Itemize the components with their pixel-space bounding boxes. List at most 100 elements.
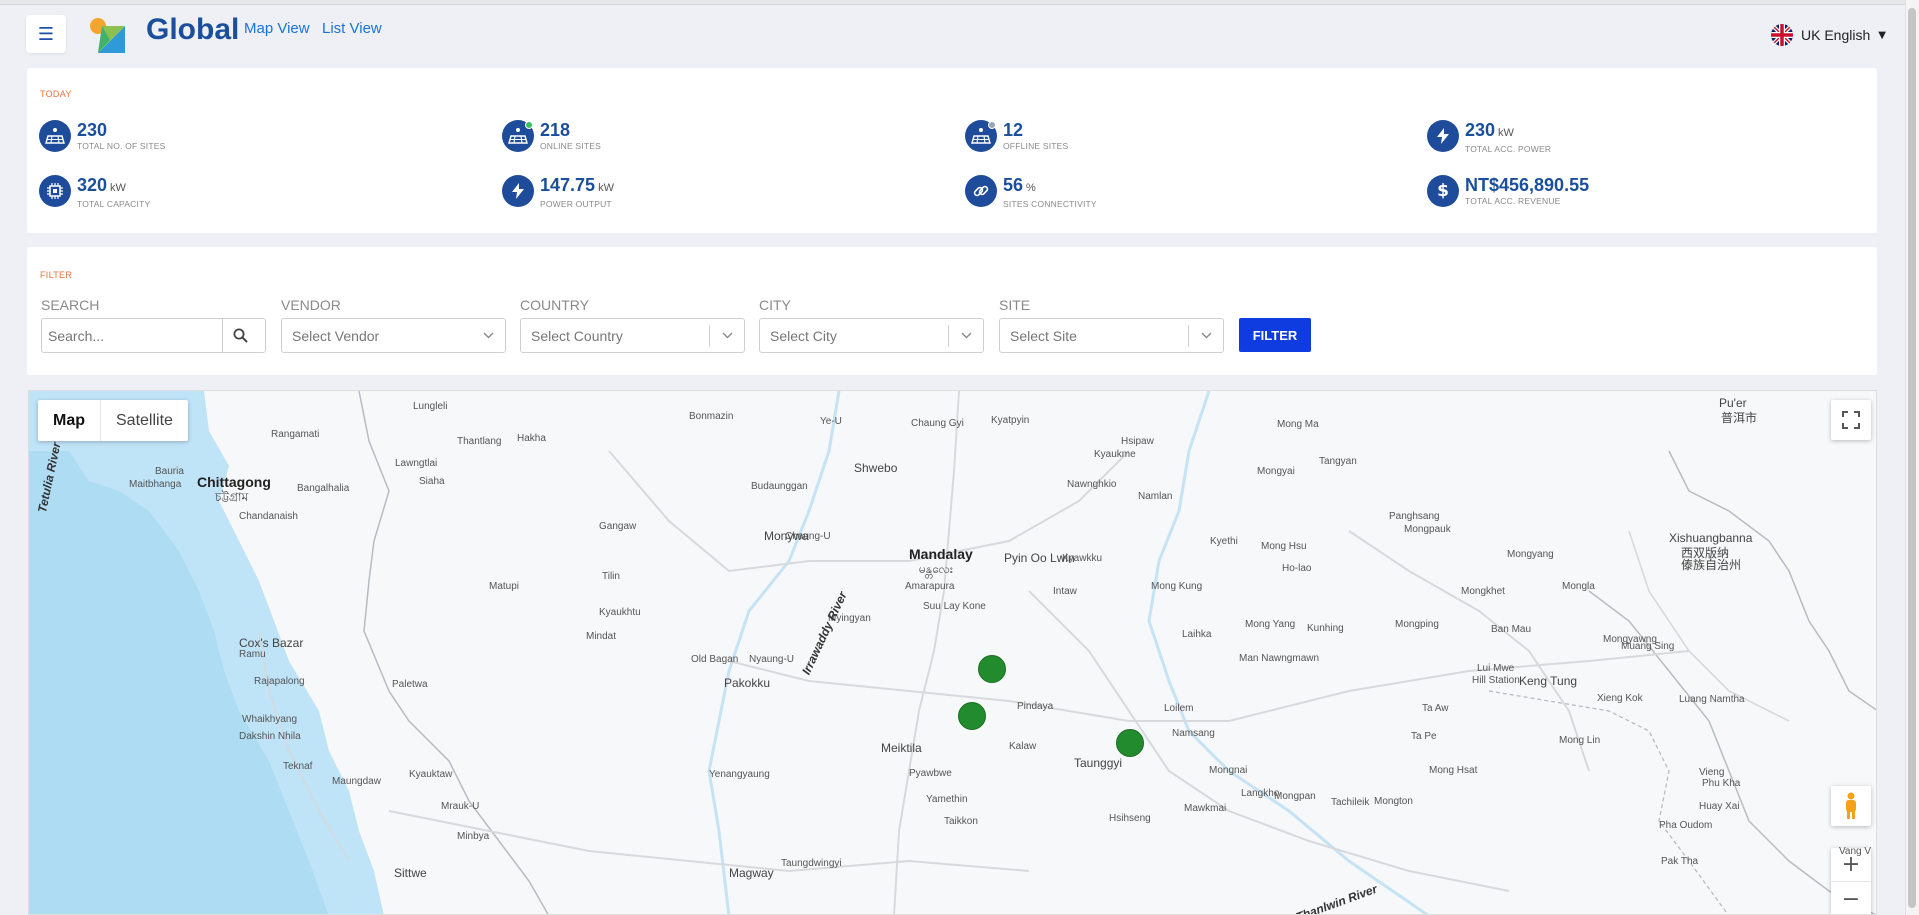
map-place-label: Chandanaish xyxy=(239,511,298,522)
map-place-label: Vang V xyxy=(1839,846,1872,857)
stat-label: POWER OUTPUT xyxy=(540,199,612,209)
page-scrollbar[interactable] xyxy=(1905,0,1919,915)
map-place-label: Shwebo xyxy=(854,461,898,475)
language-selector[interactable]: UK English ▼ xyxy=(1771,24,1886,46)
site-select-value: Select Site xyxy=(1010,327,1077,344)
map-place-label: Pak Tha xyxy=(1661,856,1699,867)
scrollbar-thumb[interactable] xyxy=(1908,8,1916,908)
stat-value: 12 xyxy=(1003,120,1024,140)
zoom-control: + − xyxy=(1831,848,1871,914)
map-place-label: Xishuangbanna xyxy=(1669,531,1753,545)
sites-map[interactable]: Map Satellite + − Chittagong চট্টগ্রাম Man… xyxy=(28,390,1877,915)
map-place-label: Mong Yang xyxy=(1245,619,1296,630)
street-view-pegman-button[interactable] xyxy=(1831,786,1871,826)
map-place-label: Mong Kung xyxy=(1151,581,1203,592)
map-place-label: Yamethin xyxy=(926,794,968,805)
country-label: COUNTRY xyxy=(520,297,589,313)
today-stats-card: TODAY 230 TOTAL NO. OF SITES 218 ONLINE … xyxy=(27,68,1877,233)
map-place-label: Mongkhet xyxy=(1461,586,1505,597)
map-place-label: Taikkon xyxy=(944,816,978,827)
map-place-label: Suu Lay Kone xyxy=(923,601,986,612)
map-place-label: Mongla xyxy=(1562,581,1595,592)
hamburger-menu-button[interactable]: ☰ xyxy=(26,15,66,53)
stat-unit: kW xyxy=(110,182,126,194)
map-place-label: Ho-lao xyxy=(1282,563,1312,574)
stat-power-output: 147.75 kW POWER OUTPUT xyxy=(502,175,614,210)
map-place-label: Mrauk-U xyxy=(441,801,480,812)
map-place-label: Laihka xyxy=(1182,629,1212,640)
stat-online-sites: 218 ONLINE SITES xyxy=(502,120,601,152)
map-place-label: Mong Ma xyxy=(1277,419,1319,430)
map-place-label: Pakokku xyxy=(724,676,771,690)
vendor-label: VENDOR xyxy=(281,297,341,313)
nav-map-view[interactable]: Map View xyxy=(244,20,310,37)
site-select[interactable]: Select Site xyxy=(999,318,1224,353)
map-place-label: Pu'er xyxy=(1719,396,1747,410)
map-place-label: Ye-U xyxy=(820,416,842,427)
stat-total-capacity: 320 kW TOTAL CAPACITY xyxy=(39,175,150,210)
map-place-label: 普洱市 xyxy=(1721,411,1758,425)
map-place-label: Ban Mau xyxy=(1491,624,1532,635)
map-place-label: Mong Hsu xyxy=(1261,541,1307,552)
language-label: UK English xyxy=(1801,27,1871,43)
map-place-label: Kyethi xyxy=(1210,536,1238,547)
vendor-select[interactable]: Select Vendor xyxy=(281,318,506,353)
search-input[interactable] xyxy=(42,327,222,344)
stat-label: ONLINE SITES xyxy=(540,141,601,151)
map-place-label: Hill Station xyxy=(1472,675,1520,686)
map-background xyxy=(29,391,1876,914)
map-place-label: Panghsang xyxy=(1389,511,1440,522)
stat-offline-sites: 12 OFFLINE SITES xyxy=(965,120,1068,152)
map-place-label: Mongton xyxy=(1374,796,1413,807)
stat-value: 147.75 xyxy=(540,175,596,195)
map-place-label: Amarapura xyxy=(905,581,955,592)
map-type-satellite[interactable]: Satellite xyxy=(101,400,188,441)
nav-list-view[interactable]: List View xyxy=(322,20,382,37)
map-type-map[interactable]: Map xyxy=(38,400,101,441)
map-place-label: Tilin xyxy=(602,571,620,582)
brand-title: Global xyxy=(146,13,240,46)
map-place-label: Kyauktaw xyxy=(409,769,453,780)
map-place-label: Whaikhyang xyxy=(242,714,298,725)
stat-value: 230 xyxy=(1465,120,1496,140)
site-marker[interactable] xyxy=(978,655,1006,683)
fullscreen-button[interactable] xyxy=(1831,400,1871,440)
map-place-label: Namsang xyxy=(1172,728,1215,739)
link-icon xyxy=(965,175,997,207)
search-button[interactable] xyxy=(222,319,257,352)
chip-icon xyxy=(39,175,71,207)
map-place-label: Mongpauk xyxy=(1404,524,1451,535)
map-place-label: Hakha xyxy=(517,433,546,444)
site-marker[interactable] xyxy=(1116,729,1144,757)
site-marker[interactable] xyxy=(958,702,986,730)
solar-panel-icon xyxy=(39,120,71,152)
stat-label: TOTAL ACC. POWER xyxy=(1465,144,1552,154)
today-title: TODAY xyxy=(40,89,72,99)
map-place-label: Mong Hsat xyxy=(1429,765,1478,776)
map-place-label: Kyaukhtu xyxy=(599,607,641,618)
minus-icon: − xyxy=(1841,886,1861,912)
country-select[interactable]: Select Country xyxy=(520,318,745,353)
map-place-label: Mongyai xyxy=(1257,466,1295,477)
map-place-label: Maungdaw xyxy=(332,776,381,787)
map-place-label: Lungleli xyxy=(413,401,448,412)
map-place-label: 傣族自治州 xyxy=(1681,558,1742,572)
stat-unit: % xyxy=(1026,182,1036,194)
city-select[interactable]: Select City xyxy=(759,318,984,353)
map-place-label: Namlan xyxy=(1138,491,1173,502)
map-place-label: Paletwa xyxy=(392,679,428,690)
map-place-label: Maitbhanga xyxy=(129,479,182,490)
map-place-label: Taunggyi xyxy=(1074,756,1123,770)
stat-total-sites: 230 TOTAL NO. OF SITES xyxy=(39,120,165,152)
filter-button[interactable]: FILTER xyxy=(1239,318,1311,352)
map-place-label: Kalaw xyxy=(1009,741,1037,752)
stat-total-acc-revenue: $ NT$456,890.55 TOTAL ACC. REVENUE xyxy=(1427,175,1589,207)
stat-value: 218 xyxy=(540,120,571,140)
map-place-label: Rajapalong xyxy=(254,676,305,687)
map-place-label: Chaung-U xyxy=(785,531,831,542)
chevron-down-icon xyxy=(949,332,983,339)
map-place-label: Tachileik xyxy=(1331,797,1370,808)
map-place-label: Teknaf xyxy=(283,761,313,772)
map-place-label: Ta Pe xyxy=(1411,731,1437,742)
zoom-out-button[interactable]: − xyxy=(1831,882,1871,914)
